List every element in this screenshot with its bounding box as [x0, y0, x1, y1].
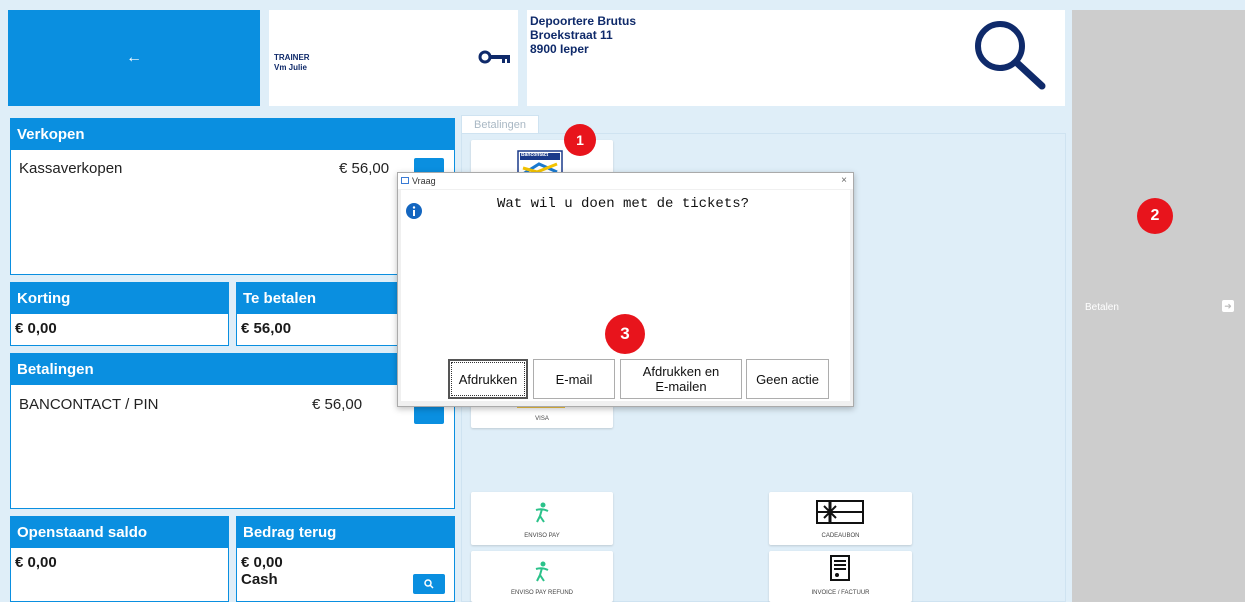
- refund-search-button[interactable]: [413, 574, 445, 594]
- enviso-person-icon: [535, 502, 549, 523]
- payments-title: Betalingen: [11, 354, 454, 385]
- refund-value: € 0,00: [241, 554, 283, 571]
- invoice-label: INVOICE / FACTUUR: [811, 590, 870, 596]
- back-arrow-icon: ←: [126, 49, 142, 66]
- window-icon: [401, 177, 409, 184]
- discount-value: € 0,00: [15, 320, 57, 337]
- dialog-message: Wat wil u doen met de tickets?: [497, 196, 750, 212]
- bancontact-label: Bancontact: [521, 152, 549, 158]
- search-icon[interactable]: [970, 18, 1054, 94]
- annotation-badge-3: 3: [605, 314, 645, 354]
- print-and-email-button[interactable]: Afdrukken en E-mailen: [620, 359, 742, 399]
- balance-panel: Openstaand saldo € 0,00: [10, 516, 229, 602]
- payment-tile-invoice[interactable]: INVOICE / FACTUUR: [769, 551, 912, 602]
- no-action-button[interactable]: Geen actie: [746, 359, 829, 399]
- payment-tile-gift-voucher[interactable]: CADEAUBON: [769, 492, 912, 545]
- sales-title: Verkopen: [11, 119, 454, 150]
- sales-item-amount: € 56,00: [339, 160, 390, 177]
- payment-item-amount: € 56,00: [312, 396, 363, 413]
- email-button-label: E-mail: [555, 371, 593, 387]
- key-icon[interactable]: [478, 50, 512, 64]
- sales-item-label: Kassaverkopen: [19, 160, 123, 177]
- print-and-email-label-line1: Afdrukken en: [642, 364, 720, 379]
- refund-title: Bedrag terug: [237, 517, 454, 548]
- print-button-label: Afdrukken: [458, 371, 518, 387]
- print-button[interactable]: Afdrukken: [448, 359, 528, 399]
- customer-street: Broekstraat 11: [530, 28, 613, 42]
- annotation-badge-1: 1: [564, 124, 596, 156]
- email-button[interactable]: E-mail: [533, 359, 615, 399]
- balance-title: Openstaand saldo: [11, 517, 228, 548]
- search-icon: [424, 579, 434, 589]
- trainer-name: Vm Julie: [274, 63, 307, 72]
- invoice-icon: [830, 555, 850, 581]
- payments-panel: Betalingen: [10, 353, 455, 509]
- customer-city: 8900 Ieper: [530, 42, 589, 56]
- payment-tile-enviso-refund[interactable]: ENVISO PAY REFUND: [471, 551, 613, 602]
- discount-panel[interactable]: Korting € 0,00: [10, 282, 229, 346]
- no-action-button-label: Geen actie: [756, 371, 819, 387]
- visa-label: VISA: [535, 416, 549, 422]
- arrow-right-icon: ➜: [1222, 300, 1234, 312]
- tab-payments[interactable]: Betalingen: [461, 115, 539, 134]
- back-button[interactable]: ←: [8, 10, 260, 106]
- customer-name: Depoortere Brutus: [530, 14, 637, 28]
- enviso-pay-label: ENVISO PAY: [524, 533, 560, 539]
- payment-item-label: BANCONTACT / PIN: [19, 396, 159, 413]
- pay-button-label: Betalen: [1085, 302, 1119, 313]
- balance-value: € 0,00: [15, 554, 57, 571]
- gift-voucher-label: CADEAUBON: [821, 533, 860, 539]
- gift-voucher-icon: [816, 500, 864, 524]
- sales-panel: Verkopen: [10, 118, 455, 275]
- close-icon[interactable]: ×: [841, 173, 847, 189]
- annotation-badge-2: 2: [1137, 198, 1173, 234]
- dialog-title: Vraag: [412, 176, 436, 186]
- discount-title: Korting: [11, 283, 228, 314]
- enviso-person-icon: [535, 561, 549, 582]
- question-dialog: Vraag × Wat wil u doen met de tickets? A…: [397, 172, 854, 407]
- enviso-refund-label: ENVISO PAY REFUND: [510, 590, 573, 596]
- payment-tile-enviso-pay[interactable]: ENVISO PAY: [471, 492, 613, 545]
- trainer-label: TRAINER: [274, 53, 310, 62]
- dialog-titlebar: Vraag ×: [398, 173, 853, 189]
- print-and-email-label-line2: E-mailen: [655, 379, 707, 394]
- info-icon: [406, 203, 422, 219]
